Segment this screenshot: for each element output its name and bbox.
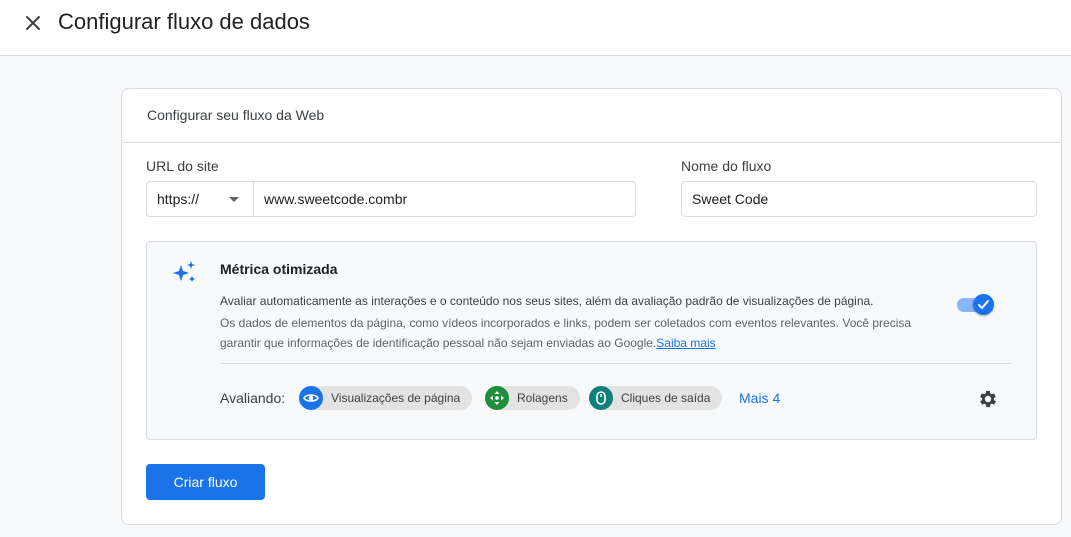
chip-label: Visualizações de página	[331, 391, 461, 405]
stream-name-label: Nome do fluxo	[681, 158, 772, 174]
page-title: Configurar fluxo de dados	[58, 9, 310, 34]
move-arrows-icon	[485, 386, 509, 410]
card-heading: Configurar seu fluxo da Web	[147, 107, 325, 123]
gear-icon[interactable]	[977, 388, 999, 410]
toggle-knob	[973, 294, 994, 315]
eye-icon	[299, 386, 323, 410]
mouse-icon	[589, 386, 613, 410]
stream-config-card: Configurar seu fluxo da Web URL do site …	[121, 88, 1062, 525]
chip-page-views: Visualizações de página	[299, 386, 473, 410]
sparkle-icon	[173, 261, 195, 282]
divider	[220, 363, 1012, 364]
card-header: Configurar seu fluxo da Web	[122, 89, 1061, 143]
chip-outbound-clicks: Cliques de saída	[589, 386, 723, 410]
protocol-select[interactable]: https://	[147, 182, 254, 216]
protocol-value: https://	[157, 191, 200, 207]
create-stream-button[interactable]: Criar fluxo	[146, 464, 265, 500]
url-label: URL do site	[146, 158, 219, 174]
learn-more-link[interactable]: Saiba mais	[656, 336, 715, 350]
metric-description-text: Os dados de elementos da página, como ví…	[220, 316, 912, 350]
chip-label: Cliques de saída	[621, 391, 711, 405]
check-icon	[978, 300, 989, 309]
chip-label: Rolagens	[517, 391, 568, 405]
enhanced-measurement-toggle[interactable]	[957, 294, 994, 315]
metric-title: Métrica otimizada	[220, 261, 338, 277]
close-button[interactable]	[21, 11, 45, 35]
close-icon	[26, 16, 40, 30]
enhanced-measurement-section: Métrica otimizada Avaliar automaticament…	[146, 241, 1037, 440]
top-bar: Configurar fluxo de dados	[0, 0, 1071, 56]
metric-description-main: Avaliar automaticamente as interações e …	[220, 294, 874, 308]
chip-scrolls: Rolagens	[485, 386, 580, 410]
url-input[interactable]: www.sweetcode.combr	[254, 182, 635, 216]
more-link[interactable]: Mais 4	[739, 390, 780, 406]
dropdown-arrow-icon	[229, 197, 239, 202]
metric-description: Os dados de elementos da página, como ví…	[220, 313, 950, 353]
evaluating-label: Avaliando:	[220, 390, 286, 406]
stream-name-input[interactable]: Sweet Code	[681, 181, 1037, 217]
url-field-group: https:// www.sweetcode.combr	[146, 181, 636, 217]
